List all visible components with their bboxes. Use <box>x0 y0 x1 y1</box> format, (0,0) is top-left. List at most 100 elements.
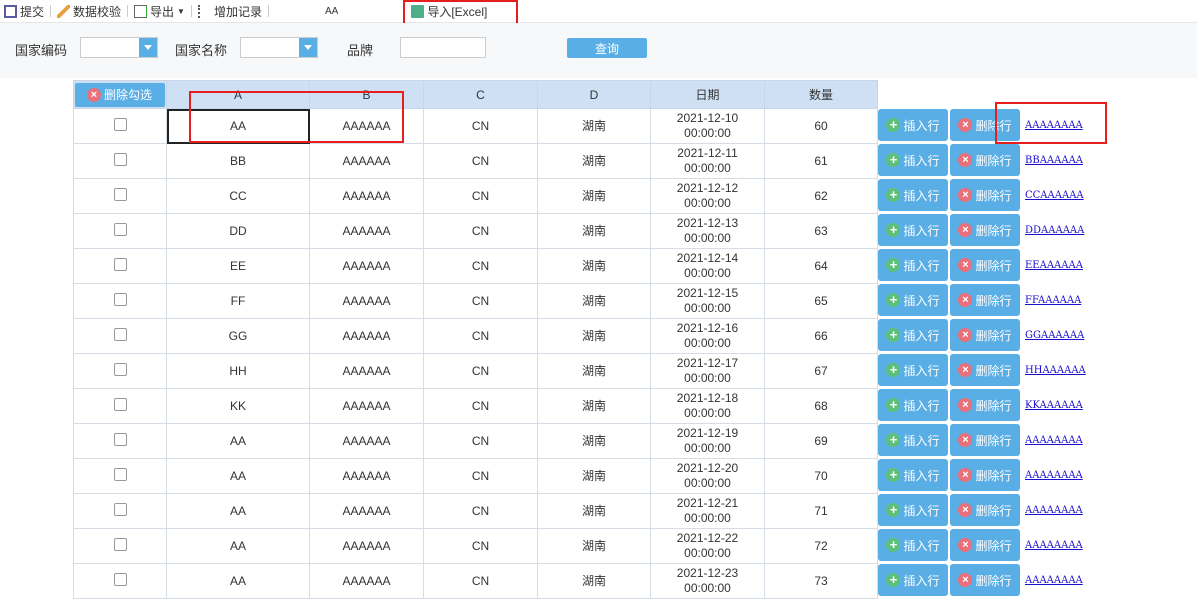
cell-b[interactable]: AAAAAA <box>309 318 424 354</box>
row-link[interactable]: AAAAAAAA <box>1025 505 1083 516</box>
cell-b[interactable]: AAAAAA <box>309 528 424 564</box>
cell-a[interactable]: CC <box>166 178 310 214</box>
header-date[interactable]: 日期 <box>650 80 765 109</box>
cell-b[interactable]: AAAAAA <box>309 248 424 284</box>
row-link[interactable]: EEAAAAAA <box>1025 260 1083 271</box>
cell-d[interactable]: 湖南 <box>537 178 651 214</box>
cell-a[interactable]: AA <box>166 423 310 459</box>
cell-c[interactable]: CN <box>423 388 538 424</box>
row-link[interactable]: GGAAAAAA <box>1025 330 1084 341</box>
cell-c[interactable]: CN <box>423 178 538 214</box>
delete-row-button[interactable]: × 删除行 <box>950 319 1020 351</box>
cell-d[interactable]: 湖南 <box>537 563 651 599</box>
cell-qty[interactable]: 68 <box>764 388 878 424</box>
row-checkbox[interactable] <box>113 292 127 306</box>
cell-c[interactable]: CN <box>423 563 538 599</box>
cell-b[interactable]: AAAAAA <box>309 353 424 389</box>
cell-qty[interactable]: 72 <box>764 528 878 564</box>
row-link[interactable]: KKAAAAAA <box>1025 400 1083 411</box>
row-checkbox[interactable] <box>113 572 127 586</box>
cell-date[interactable]: 2021-12-20 00:00:00 <box>650 458 765 494</box>
cell-qty[interactable]: 65 <box>764 283 878 319</box>
cell-b[interactable]: AAAAAA <box>309 178 424 214</box>
row-link[interactable]: FFAAAAAA <box>1025 295 1081 306</box>
country-code-select[interactable] <box>80 37 158 58</box>
delete-row-button[interactable]: × 删除行 <box>950 214 1020 246</box>
row-checkbox[interactable] <box>113 222 127 236</box>
row-checkbox[interactable] <box>113 327 127 341</box>
header-d[interactable]: D <box>537 80 651 109</box>
export-button[interactable]: 导出 ▼ <box>130 3 189 20</box>
cell-c[interactable]: CN <box>423 528 538 564</box>
cell-a[interactable]: DD <box>166 213 310 249</box>
chevron-down-icon[interactable] <box>139 38 157 57</box>
cell-d[interactable]: 湖南 <box>537 388 651 424</box>
insert-row-button[interactable]: + 插入行 <box>878 214 948 246</box>
cell-qty[interactable]: 66 <box>764 318 878 354</box>
cell-qty[interactable]: 61 <box>764 143 878 179</box>
cell-c[interactable]: CN <box>423 283 538 319</box>
row-checkbox[interactable] <box>113 397 127 411</box>
row-link[interactable]: CCAAAAAA <box>1025 190 1084 201</box>
insert-row-button[interactable]: + 插入行 <box>878 249 948 281</box>
insert-row-button[interactable]: + 插入行 <box>878 179 948 211</box>
insert-row-button[interactable]: + 插入行 <box>878 284 948 316</box>
cell-d[interactable]: 湖南 <box>537 248 651 284</box>
cell-c[interactable]: CN <box>423 493 538 529</box>
header-c[interactable]: C <box>423 80 538 109</box>
cell-a[interactable]: AA <box>166 458 310 494</box>
cell-d[interactable]: 湖南 <box>537 423 651 459</box>
cell-date[interactable]: 2021-12-11 00:00:00 <box>650 143 765 179</box>
cell-c[interactable]: CN <box>423 248 538 284</box>
cell-b[interactable]: AAAAAA <box>309 388 424 424</box>
cell-b[interactable]: AAAAAA <box>309 283 424 319</box>
cell-b[interactable]: AAAAAA <box>309 143 424 179</box>
row-checkbox[interactable] <box>113 187 127 201</box>
cell-qty[interactable]: 73 <box>764 563 878 599</box>
cell-d[interactable]: 湖南 <box>537 458 651 494</box>
cell-date[interactable]: 2021-12-10 00:00:00 <box>650 108 765 144</box>
cell-date[interactable]: 2021-12-15 00:00:00 <box>650 283 765 319</box>
row-link[interactable]: AAAAAAAA <box>1025 435 1083 446</box>
cell-qty[interactable]: 62 <box>764 178 878 214</box>
cell-date[interactable]: 2021-12-12 00:00:00 <box>650 178 765 214</box>
cell-a[interactable]: GG <box>166 318 310 354</box>
cell-qty[interactable]: 63 <box>764 213 878 249</box>
cell-date[interactable]: 2021-12-17 00:00:00 <box>650 353 765 389</box>
cell-qty[interactable]: 60 <box>764 108 878 144</box>
country-name-select[interactable] <box>240 37 318 58</box>
cell-a[interactable]: HH <box>166 353 310 389</box>
chevron-down-icon[interactable] <box>299 38 317 57</box>
cell-date[interactable]: 2021-12-13 00:00:00 <box>650 213 765 249</box>
delete-selected-button[interactable]: × 删除勾选 <box>75 82 165 107</box>
cell-c[interactable]: CN <box>423 458 538 494</box>
cell-qty[interactable]: 69 <box>764 423 878 459</box>
cell-d[interactable]: 湖南 <box>537 143 651 179</box>
delete-row-button[interactable]: × 删除行 <box>950 144 1020 176</box>
row-link[interactable]: BBAAAAAA <box>1025 155 1083 166</box>
cell-a[interactable]: AA <box>166 493 310 529</box>
cell-d[interactable]: 湖南 <box>537 283 651 319</box>
row-checkbox[interactable] <box>113 502 127 516</box>
cell-a[interactable]: FF <box>166 283 310 319</box>
row-link[interactable]: AAAAAAAA <box>1025 540 1083 551</box>
row-link[interactable]: AAAAAAAA <box>1025 470 1083 481</box>
row-checkbox[interactable] <box>113 152 127 166</box>
row-checkbox[interactable] <box>113 537 127 551</box>
cell-date[interactable]: 2021-12-18 00:00:00 <box>650 388 765 424</box>
delete-row-button[interactable]: × 删除行 <box>950 389 1020 421</box>
cell-c[interactable]: CN <box>423 143 538 179</box>
cell-d[interactable]: 湖南 <box>537 493 651 529</box>
insert-row-button[interactable]: + 插入行 <box>878 459 948 491</box>
cell-qty[interactable]: 71 <box>764 493 878 529</box>
insert-row-button[interactable]: + 插入行 <box>878 529 948 561</box>
cell-d[interactable]: 湖南 <box>537 108 651 144</box>
delete-row-button[interactable]: × 删除行 <box>950 284 1020 316</box>
cell-a[interactable]: KK <box>166 388 310 424</box>
brand-input[interactable] <box>400 37 486 58</box>
row-link[interactable]: DDAAAAAA <box>1025 225 1084 236</box>
cell-date[interactable]: 2021-12-21 00:00:00 <box>650 493 765 529</box>
delete-row-button[interactable]: × 删除行 <box>950 354 1020 386</box>
delete-row-button[interactable]: × 删除行 <box>950 529 1020 561</box>
row-link[interactable]: HHAAAAAA <box>1025 365 1086 376</box>
